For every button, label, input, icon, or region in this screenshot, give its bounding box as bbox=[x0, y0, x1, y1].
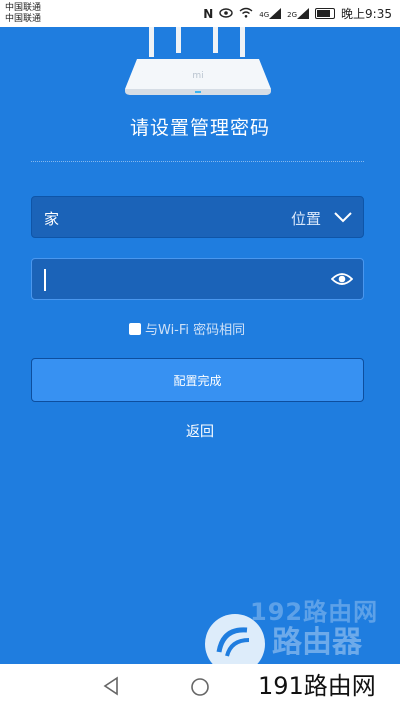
network-tag: 2G bbox=[287, 11, 298, 19]
text-cursor bbox=[44, 269, 46, 291]
location-select[interactable]: 家 位置 bbox=[31, 196, 364, 238]
location-value: 家 bbox=[44, 210, 60, 228]
carrier-label: 中国联通 bbox=[5, 14, 42, 24]
nav-home-icon[interactable] bbox=[190, 677, 210, 697]
router-image: mi bbox=[125, 27, 271, 95]
divider bbox=[31, 161, 364, 162]
chevron-down-icon bbox=[334, 212, 352, 223]
watermark-text: 路由器 bbox=[272, 625, 362, 660]
finish-setup-button[interactable]: 配置完成 bbox=[31, 358, 364, 402]
watermark-logo-icon bbox=[205, 614, 265, 664]
carrier-label: 中国联通 bbox=[5, 3, 42, 13]
setup-screen: mi 请设置管理密码 家 位置 与Wi-Fi 密码相同 配置完成 返回 192路… bbox=[0, 27, 400, 664]
status-icons: N 4G 2G 晚上9:35 bbox=[203, 5, 392, 22]
location-label: 位置 bbox=[290, 210, 321, 228]
signal-icon: 4G bbox=[259, 8, 282, 19]
status-bar: 中国联通 中国联通 N 4G 2G 晚上9:35 bbox=[0, 0, 400, 27]
network-tag: 4G bbox=[259, 11, 270, 19]
watermark-text: 191路由网 bbox=[258, 672, 376, 700]
checkbox-box[interactable] bbox=[129, 322, 141, 335]
show-password-icon[interactable] bbox=[331, 271, 353, 287]
clock: 晚上9:35 bbox=[341, 7, 392, 21]
same-as-wifi-label: 与Wi-Fi 密码相同 bbox=[145, 323, 246, 338]
eye-icon bbox=[219, 7, 233, 21]
password-field[interactable] bbox=[31, 258, 364, 300]
back-link[interactable]: 返回 bbox=[0, 421, 400, 441]
wifi-icon bbox=[239, 7, 253, 21]
nfc-icon: N bbox=[203, 6, 214, 21]
same-as-wifi-checkbox[interactable]: 与Wi-Fi 密码相同 bbox=[129, 319, 245, 338]
page-title: 请设置管理密码 bbox=[129, 117, 270, 139]
battery-icon bbox=[315, 8, 336, 19]
nav-back-icon[interactable] bbox=[102, 676, 120, 696]
signal-icon: 2G bbox=[287, 8, 310, 19]
router-brand-label: mi bbox=[192, 71, 203, 81]
